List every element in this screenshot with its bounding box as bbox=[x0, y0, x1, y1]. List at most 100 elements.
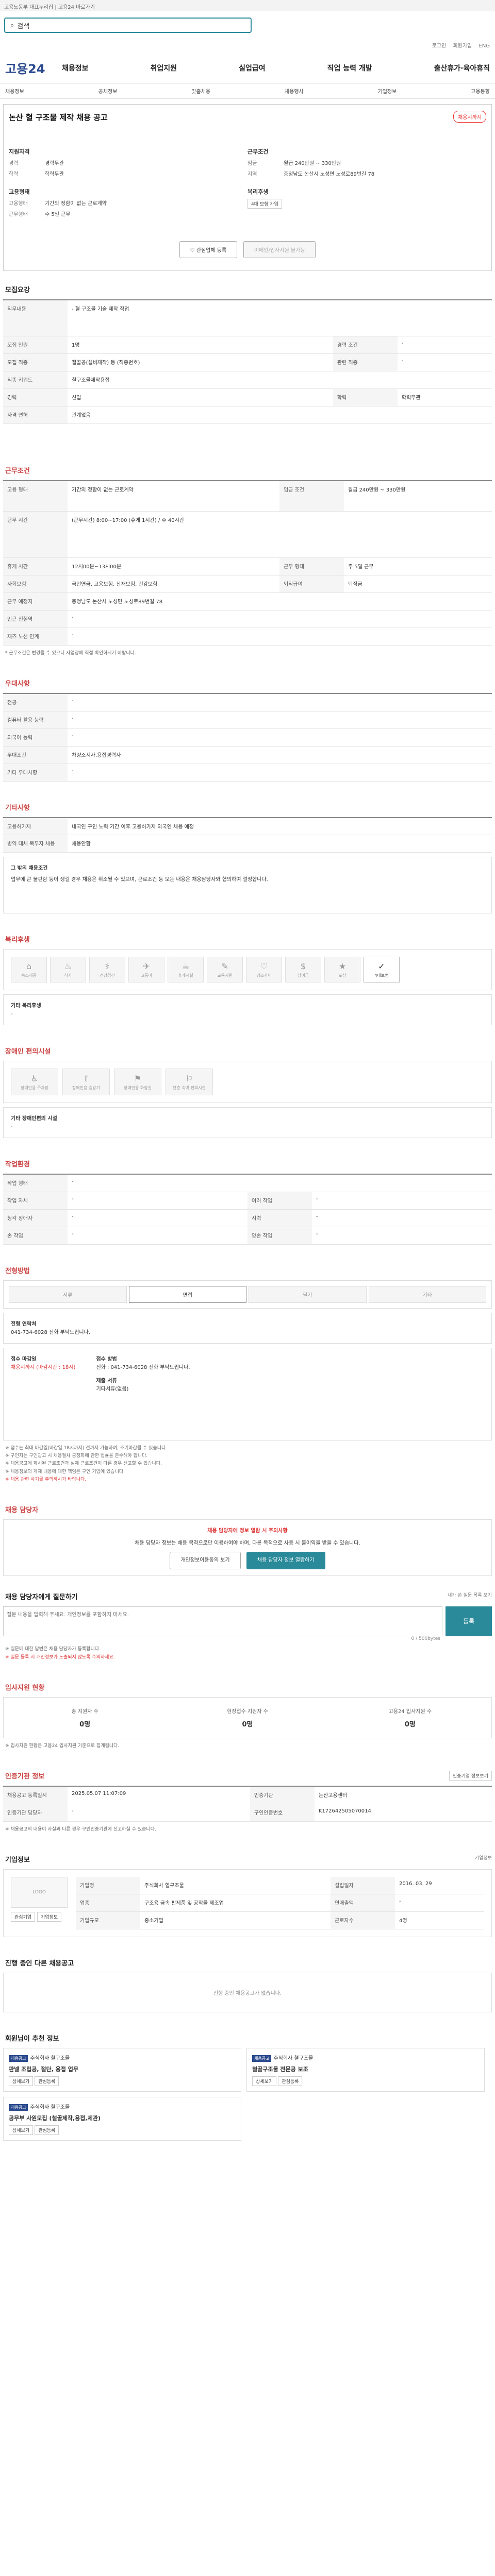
table-cell: 4명 bbox=[395, 1911, 484, 1930]
nav-training[interactable]: 직업 능력 개발 bbox=[327, 63, 372, 73]
table-row: 기타 우대사항 - bbox=[3, 764, 492, 782]
recommend-job-title[interactable]: 판넬 조립공, 절단, 용접 업무 bbox=[9, 2065, 236, 2073]
search-input[interactable]: 검색 bbox=[17, 21, 29, 30]
method-contact: 전형 연락처 041-734-6028 전화 부탁드립니다. bbox=[3, 1312, 492, 1344]
save-job-button[interactable]: ♡ 관심업체 등록 bbox=[179, 241, 238, 258]
notice-line: ※ 구인자는 구인광고 시 채용절차 공정화에 관한 법률을 준수해야 합니다. bbox=[5, 1453, 148, 1459]
welfare-label: 경조사비 bbox=[256, 973, 272, 978]
stat-total: 총 지원자 수 0명 bbox=[4, 1707, 166, 1728]
heart-icon: ♡ bbox=[190, 248, 196, 253]
login-link[interactable]: 로그인 bbox=[432, 43, 447, 49]
company-detail-button[interactable]: 기업정보 bbox=[37, 1911, 62, 1922]
privacy-consent-button[interactable]: 개인정보이용동의 보기 bbox=[170, 1552, 241, 1570]
table-cell: 철골공(설비제작) 등 (직종번호) bbox=[68, 353, 333, 371]
recommend-job-title[interactable]: 철골구조물 전문공 보조 bbox=[252, 2065, 479, 2073]
section-stats-title: 입사지원 현황 bbox=[5, 1684, 45, 1692]
table-cell: - bbox=[395, 1894, 484, 1912]
table-header-cell: 외국어 능력 bbox=[3, 728, 68, 747]
table-header-cell: 근무 예정지 bbox=[3, 592, 68, 611]
health-icon: ⚕ bbox=[105, 961, 110, 971]
table-header-cell: 재즈 노선 연계 bbox=[3, 628, 68, 646]
table-header-cell: 업종 bbox=[76, 1894, 140, 1912]
ask-form: 등록 bbox=[3, 1606, 492, 1637]
table-header-cell: 직종 키워드 bbox=[3, 371, 68, 389]
table-header-cell: 기업규모 bbox=[76, 1911, 140, 1930]
table-cell: 논산고용센터 bbox=[314, 1786, 492, 1804]
recommend-card[interactable]: 채용공고 주식회사 혈구조물 판넬 조립공, 절단, 용접 업무 상세보기 관심등… bbox=[3, 2048, 241, 2092]
table-cell: 신입 bbox=[68, 388, 333, 406]
favorite-company-button[interactable]: 관심기업 bbox=[11, 1911, 36, 1922]
table-row: 모집 인원 1명 경력 조건 - bbox=[3, 336, 492, 354]
contact-box: 채용 담당자에 정보 열람 시 주의사항 채용 담당자 정보는 채용 목적으로만… bbox=[3, 1519, 492, 1577]
table-cell: 국민연금, 고용보험, 산재보험, 건강보험 bbox=[68, 575, 279, 593]
subnav-item[interactable]: 고용동향 bbox=[471, 87, 490, 95]
company-more-link[interactable]: 기업정보 bbox=[475, 1854, 492, 1864]
recommend-save-button[interactable]: 관심등록 bbox=[35, 2076, 59, 2087]
disability-label: 장애인용 승강기 bbox=[72, 1085, 101, 1090]
recommend-card[interactable]: 채용공고 주식회사 혈구조물 공무부 사원모집 (철골제작,용접,제관) 상세보기… bbox=[3, 2097, 241, 2141]
money-icon: $ bbox=[300, 961, 306, 971]
table-header-cell: 여러 작업 bbox=[248, 1192, 312, 1210]
search-icon[interactable]: ⌕ bbox=[10, 22, 14, 29]
apply-docs-title: 제출 서류 bbox=[96, 1378, 117, 1384]
my-questions-link[interactable]: 내가 쓴 질문 목록 보기 bbox=[448, 1591, 492, 1601]
table-cell: - bbox=[68, 693, 492, 711]
apply-docs-value: 기타서류(없음) bbox=[96, 1386, 129, 1392]
disability-tile: ⚐ 단층 숙박 편의시설 bbox=[166, 1069, 213, 1096]
logo[interactable]: 고용24 bbox=[5, 59, 62, 77]
summary-heading: 지원자격 bbox=[9, 148, 30, 155]
nav-benefits[interactable]: 실업급여 bbox=[239, 63, 266, 73]
elevator-icon: ⇧ bbox=[82, 1073, 90, 1083]
recommend-tag: 채용공고 bbox=[9, 2055, 28, 2062]
section-recruit-title: 모집요강 bbox=[5, 286, 30, 294]
ask-title: 채용 담당자에게 질문하기 bbox=[5, 1594, 78, 1602]
recommend-save-button[interactable]: 관심등록 bbox=[35, 2125, 59, 2136]
signup-link[interactable]: 회원가입 bbox=[453, 43, 472, 49]
subnav-item[interactable]: 기업정보 bbox=[378, 87, 397, 95]
view-contact-button[interactable]: 채용 담당자 정보 열람하기 bbox=[246, 1552, 325, 1570]
table-cell: 구조용 금속 판제품 및 공작물 제조업 bbox=[140, 1894, 331, 1912]
nav-leave[interactable]: 출산휴가·육아휴직 bbox=[434, 63, 490, 73]
subnav-item[interactable]: 맞춤채용 bbox=[191, 87, 210, 95]
kv-key: 근무형태 bbox=[9, 212, 28, 217]
nav-support[interactable]: 취업지원 bbox=[151, 63, 177, 73]
recommend-detail-button[interactable]: 상세보기 bbox=[252, 2076, 277, 2087]
recruit-table: 직무내용 - 혈 구조물 기술 제작 작업 모집 인원 1명 경력 조건 - 모집 직종… bbox=[3, 299, 492, 424]
meal-icon: ♨ bbox=[64, 961, 72, 971]
search-box[interactable]: ⌕ 검색 bbox=[4, 18, 252, 33]
table-row: 컴퓨터 활용 능력 - bbox=[3, 711, 492, 729]
welfare-other-value: - bbox=[11, 1011, 13, 1018]
recommend-tag: 채용공고 bbox=[9, 2104, 28, 2111]
house-icon: ⌂ bbox=[26, 961, 32, 971]
disability-icon-grid: ♿ 장애인용 주차장 ⇧ 장애인용 승강기 ⚑ 장애인용 화장실 ⚐ 단층 숙박 편의시… bbox=[3, 1061, 492, 1104]
recommend-detail-button[interactable]: 상세보기 bbox=[9, 2076, 34, 2087]
notice-line: ※ 채용정보의 게재 내용에 대한 책임은 구인 기업에 있습니다. bbox=[5, 1469, 125, 1475]
question-input[interactable] bbox=[3, 1606, 442, 1637]
table-row: 직종 키워드 철구조물제작용접 bbox=[3, 371, 492, 389]
table-cell: 학력무관 bbox=[397, 388, 492, 406]
nav-jobs[interactable]: 채용정보 bbox=[62, 63, 89, 73]
table-header-cell: 병역 대체 복무자 채용 bbox=[3, 835, 68, 853]
subnav-item[interactable]: 채용정보 bbox=[5, 87, 24, 95]
section-conditions-title: 근무조건 bbox=[5, 467, 30, 475]
subnav-item[interactable]: 공채정보 bbox=[98, 87, 118, 95]
stat-value: 0명 bbox=[242, 1720, 253, 1728]
environment-table: 작업 형태 - 작업 자세 - 여러 작업 - 청각 장애자 - 시력 - 손 작업 - 양손 작… bbox=[3, 1174, 492, 1245]
table-cell: - bbox=[68, 628, 492, 646]
auth-info-button[interactable]: 인증기업 정보보기 bbox=[449, 1771, 492, 1781]
stat-value: 0명 bbox=[79, 1720, 91, 1728]
apply-button[interactable]: 이메일/입사지원 불가능 bbox=[243, 241, 316, 258]
top-bar-text[interactable]: 고용노동부 대표누리집 | 고용24 바로가기 bbox=[4, 5, 95, 10]
stat-value: 0명 bbox=[404, 1720, 416, 1728]
notice-line: ※ 질문에 대한 답변은 채용 담당자가 등록합니다. bbox=[5, 1647, 101, 1652]
subnav-item[interactable]: 채용행사 bbox=[285, 87, 304, 95]
table-row: 휴게 시간 12시00분~13시00분 근무 형태 주 5일 근무 bbox=[3, 557, 492, 575]
recommend-job-title[interactable]: 공무부 사원모집 (철골제작,용접,제관) bbox=[9, 2114, 236, 2122]
auth-note: ※ 채용공고의 내용이 사실과 다른 경우 구인인증기관에 신고하실 수 있습니… bbox=[5, 1826, 156, 1832]
submit-question-button[interactable]: 등록 bbox=[446, 1606, 492, 1637]
disability-tile: ♿ 장애인용 주차장 bbox=[11, 1069, 58, 1096]
recommend-detail-button[interactable]: 상세보기 bbox=[9, 2125, 34, 2136]
eng-link[interactable]: ENG bbox=[478, 43, 490, 49]
recommend-card[interactable]: 채용공고 주식회사 혈구조물 철골구조물 전문공 보조 상세보기 관심등록 bbox=[246, 2048, 485, 2092]
recommend-save-button[interactable]: 관심등록 bbox=[278, 2076, 303, 2087]
